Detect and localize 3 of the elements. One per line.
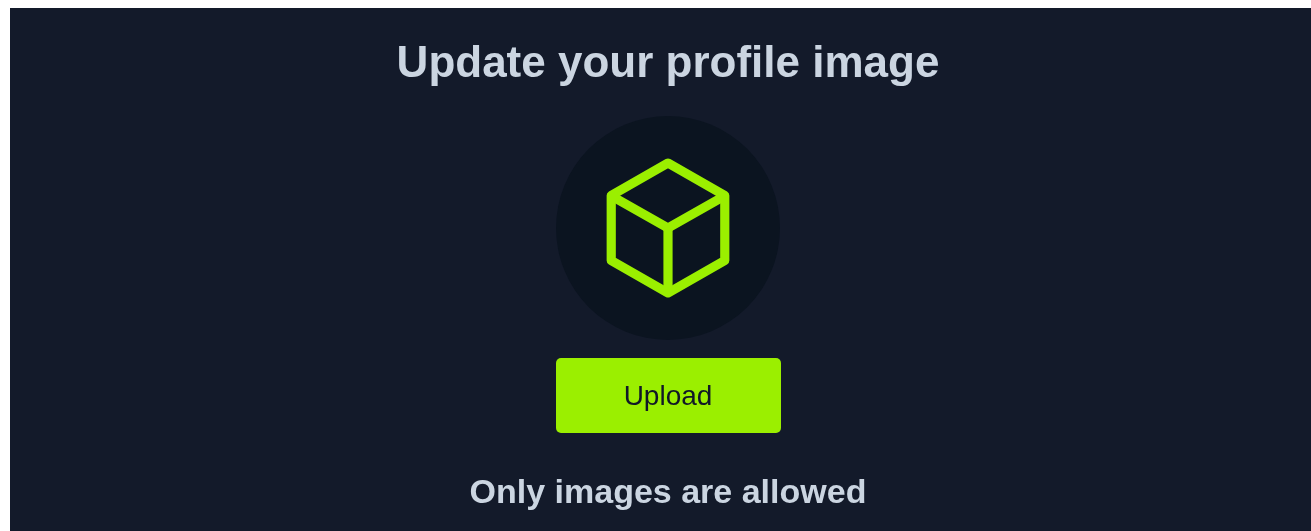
upload-button[interactable]: Upload [555,358,781,433]
upload-note: Only images are allowed [469,471,867,511]
page-title: Update your profile image [396,36,940,88]
